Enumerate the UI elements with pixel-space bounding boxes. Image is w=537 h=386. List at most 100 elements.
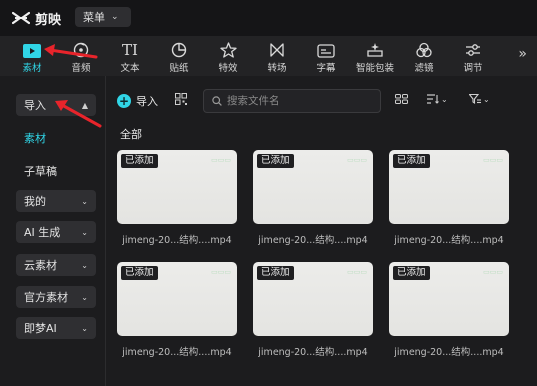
media-browser: + 导入 ⌄ ⌄ 全部 已添加 ▭▭▭ jimeng-20...结构....mp… (107, 76, 537, 386)
tab-label: 贴纸 (169, 63, 189, 74)
tab-audio[interactable]: 音频 (59, 36, 103, 76)
tab-label: 特效 (218, 63, 238, 74)
tab-label: 文本 (120, 63, 140, 74)
sparkle-icon (367, 43, 383, 57)
double-chevron-right-icon[interactable]: » (518, 46, 527, 62)
chevron-up-icon: ▲ (81, 100, 88, 110)
chevron-down-icon: ⌄ (441, 94, 448, 104)
sidebar-item-official[interactable]: 官方素材 ⌄ (16, 286, 96, 308)
music-icon (73, 42, 89, 58)
chevron-down-icon: ⌄ (111, 12, 119, 22)
sidebar-item-label: 我的 (24, 195, 46, 208)
media-card[interactable]: 已添加 ▭▭▭ jimeng-20...结构....mp4 (117, 262, 237, 358)
added-badge: 已添加 (121, 154, 158, 168)
left-panel: 导入 ▲ 素材 子草稿 我的 ⌄ AI 生成 ⌄ 云素材 ⌄ 官方素材 ⌄ 即梦… (0, 76, 106, 386)
watermark-icon: ▭▭▭ (347, 156, 367, 164)
video-thumbnail: 已添加 ▭▭▭ (389, 262, 509, 336)
added-badge: 已添加 (393, 266, 430, 280)
tab-effects[interactable]: 特效 (206, 36, 250, 76)
import-label: 导入 (136, 95, 158, 108)
sidebar-item-ai-generate[interactable]: AI 生成 ⌄ (16, 221, 96, 243)
menu-button[interactable]: 菜单 ⌄ (75, 7, 131, 27)
tab-transition[interactable]: 转场 (255, 36, 299, 76)
tab-label: 滤镜 (414, 63, 434, 74)
title-bar: 剪映 菜单 ⌄ (0, 0, 537, 36)
tab-caption[interactable]: 字幕 (304, 36, 348, 76)
tab-sticker[interactable]: 贴纸 (157, 36, 201, 76)
qr-code-icon[interactable] (175, 93, 187, 105)
file-name: jimeng-20...结构....mp4 (122, 347, 232, 358)
search-icon (212, 96, 222, 106)
tab-label: 智能包装 (355, 63, 394, 74)
file-name: jimeng-20...结构....mp4 (258, 235, 368, 246)
app-name: 剪映 (35, 12, 62, 28)
text-icon: TI (122, 41, 138, 59)
tab-text[interactable]: TI 文本 (108, 36, 152, 76)
file-name: jimeng-20...结构....mp4 (122, 235, 232, 246)
video-thumbnail: 已添加 ▭▭▭ (253, 262, 373, 336)
import-button[interactable]: + 导入 (117, 90, 158, 112)
watermark-icon: ▭▭▭ (483, 156, 503, 164)
chevron-down-icon: ⌄ (81, 292, 88, 302)
tab-smart-pack[interactable]: 智能包装 (353, 36, 397, 76)
media-card[interactable]: 已添加 ▭▭▭ jimeng-20...结构....mp4 (253, 262, 373, 358)
sidebar-item-cloud[interactable]: 云素材 ⌄ (16, 254, 96, 276)
added-badge: 已添加 (393, 154, 430, 168)
media-card[interactable]: 已添加 ▭▭▭ jimeng-20...结构....mp4 (389, 262, 509, 358)
app-logo: 剪映 (12, 9, 62, 28)
media-card[interactable]: 已添加 ▭▭▭ jimeng-20...结构....mp4 (117, 150, 237, 246)
sidebar-item-drafts[interactable]: 子草稿 (24, 163, 57, 179)
sidebar-item-import[interactable]: 导入 ▲ (16, 94, 96, 116)
caption-icon (317, 44, 335, 58)
view-mode-button[interactable] (395, 94, 409, 104)
section-title: 全部 (120, 128, 142, 141)
sort-icon (427, 94, 439, 104)
sort-button[interactable]: ⌄ (427, 94, 448, 104)
tab-adjust[interactable]: 调节 (451, 36, 495, 76)
file-name: jimeng-20...结构....mp4 (394, 347, 504, 358)
file-name: jimeng-20...结构....mp4 (394, 235, 504, 246)
tab-label: 转场 (267, 63, 287, 74)
tab-media[interactable]: 素材 (10, 36, 54, 76)
star-icon (219, 42, 237, 58)
capcut-logo-icon (12, 11, 30, 25)
media-card[interactable]: 已添加 ▭▭▭ jimeng-20...结构....mp4 (253, 150, 373, 246)
search-input[interactable] (227, 95, 377, 107)
tab-label: 调节 (463, 63, 483, 74)
sidebar-item-jimeng[interactable]: 即梦AI ⌄ (16, 317, 96, 339)
video-thumbnail: 已添加 ▭▭▭ (253, 150, 373, 224)
main-toolbar: 素材 音频 TI 文本 贴纸 特效 转场 字幕 智能包装 滤镜 调节 » (0, 36, 537, 76)
search-box[interactable] (203, 89, 381, 113)
file-name: jimeng-20...结构....mp4 (258, 347, 368, 358)
added-badge: 已添加 (121, 266, 158, 280)
sidebar-item-label: AI 生成 (24, 226, 61, 239)
funnel-icon (469, 94, 481, 104)
sidebar-item-label: 即梦AI (24, 322, 57, 335)
sidebar-item-label: 导入 (24, 99, 46, 112)
media-card[interactable]: 已添加 ▭▭▭ jimeng-20...结构....mp4 (389, 150, 509, 246)
filter-button[interactable]: ⌄ (469, 94, 490, 104)
chevron-down-icon: ⌄ (81, 323, 88, 333)
sliders-icon (466, 44, 480, 56)
grid-view-icon (395, 94, 408, 104)
sticker-icon (171, 42, 187, 58)
sidebar-item-mine[interactable]: 我的 ⌄ (16, 190, 96, 212)
watermark-icon: ▭▭▭ (211, 268, 231, 276)
sidebar-item-label: 官方素材 (24, 291, 68, 304)
chevron-down-icon: ⌄ (81, 227, 88, 237)
sidebar-item-label: 云素材 (24, 259, 57, 272)
video-thumbnail: 已添加 ▭▭▭ (117, 262, 237, 336)
transition-icon (270, 43, 284, 57)
filter-icon (416, 42, 432, 58)
sidebar-item-material[interactable]: 素材 (24, 130, 46, 146)
watermark-icon: ▭▭▭ (211, 156, 231, 164)
plus-icon: + (117, 94, 131, 108)
tab-filter[interactable]: 滤镜 (402, 36, 446, 76)
video-thumbnail: 已添加 ▭▭▭ (117, 150, 237, 224)
chevron-down-icon: ⌄ (483, 94, 490, 104)
chevron-down-icon: ⌄ (81, 196, 88, 206)
play-icon (23, 44, 41, 58)
added-badge: 已添加 (257, 266, 294, 280)
tab-label: 音频 (71, 63, 91, 74)
tab-label: 字幕 (316, 63, 336, 74)
